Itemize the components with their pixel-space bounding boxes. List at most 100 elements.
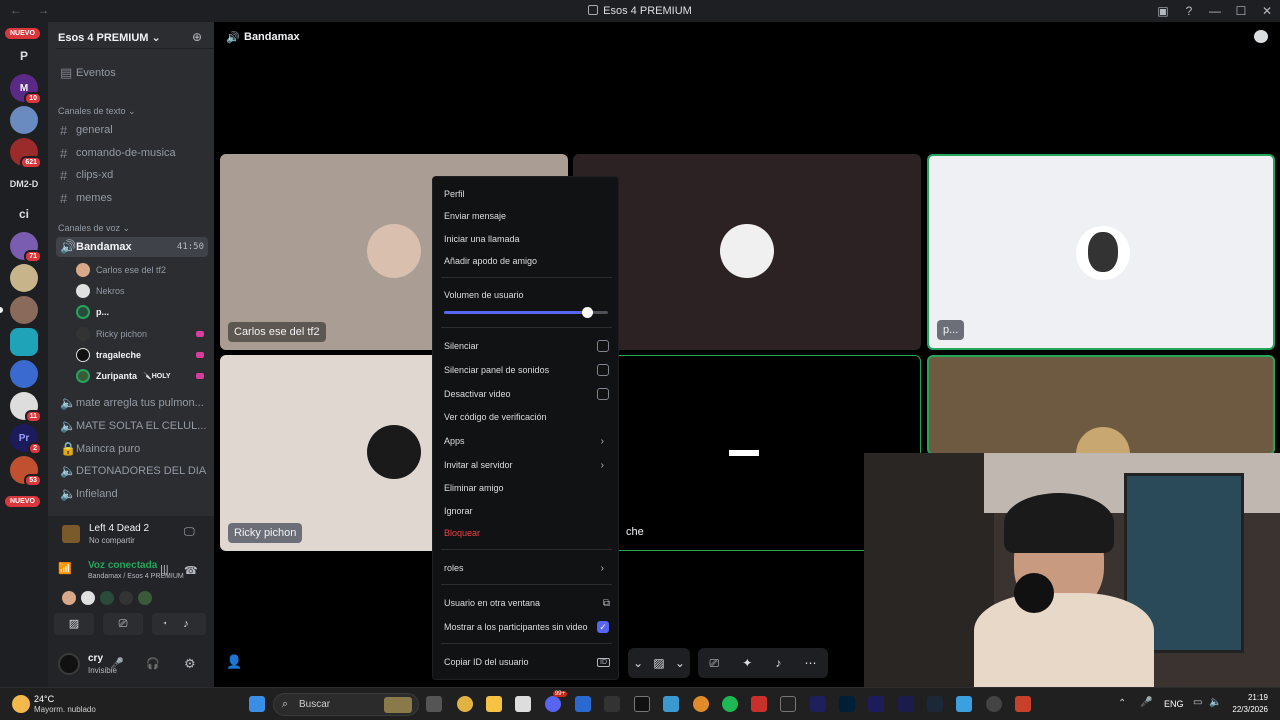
server-icon[interactable]: [10, 106, 38, 134]
server-icon[interactable]: [10, 328, 38, 356]
participant-tile[interactable]: [573, 154, 921, 350]
discord-icon[interactable]: 99+: [545, 691, 567, 712]
voice-category[interactable]: Canales de voz ⌄: [58, 223, 130, 234]
server-ci[interactable]: ci: [10, 200, 38, 228]
avatar[interactable]: [138, 591, 152, 605]
avatar[interactable]: [81, 591, 95, 605]
menu-block[interactable]: Bloquear: [444, 524, 610, 542]
weather-temp[interactable]: 24°C: [34, 694, 54, 704]
app-icon[interactable]: [575, 696, 591, 712]
menu-roles[interactable]: roles ›: [444, 559, 610, 577]
premiere-icon[interactable]: [868, 696, 884, 712]
menu-mute[interactable]: Silenciar: [444, 337, 610, 355]
add-member-icon[interactable]: ⊕: [192, 30, 206, 44]
inbox-icon[interactable]: ▣: [1150, 4, 1176, 18]
menu-invite-server[interactable]: Invitar al servidor ›: [444, 456, 610, 474]
menu-remove-friend[interactable]: Eliminar amigo: [444, 479, 610, 497]
menu-show-non-video[interactable]: Mostrar a los participantes sin video ✓: [444, 618, 610, 636]
server-p[interactable]: P: [10, 42, 38, 70]
channel-memes[interactable]: # memes: [56, 188, 208, 208]
photoshop-icon[interactable]: [839, 696, 855, 712]
voice-channel-bandamax[interactable]: 🔊 Bandamax 41:50: [56, 237, 208, 257]
menu-send-message[interactable]: Enviar mensaje: [444, 207, 610, 225]
chat-icon[interactable]: [1254, 30, 1268, 43]
channel-general[interactable]: # general: [56, 120, 208, 140]
video-checkbox[interactable]: [597, 388, 609, 400]
app-icon[interactable]: [604, 696, 620, 712]
avatar[interactable]: [100, 591, 114, 605]
after-effects-icon[interactable]: [898, 696, 914, 712]
user-name[interactable]: cry: [88, 653, 103, 664]
snipping-tool-icon[interactable]: [515, 696, 531, 712]
voice-channel[interactable]: 🔈 mate arregla tus pulmon...: [56, 393, 208, 413]
start-icon[interactable]: [249, 696, 265, 712]
avatar[interactable]: [62, 591, 76, 605]
minimize-button[interactable]: —: [1202, 4, 1228, 18]
menu-ignore[interactable]: Ignorar: [444, 502, 610, 520]
search-app-icon[interactable]: [693, 696, 709, 712]
app-icon[interactable]: [956, 696, 972, 712]
language-indicator[interactable]: ENG: [1164, 699, 1184, 709]
server-icon[interactable]: 71: [10, 232, 42, 263]
weather-desc[interactable]: Mayorm. nublado: [34, 705, 96, 714]
help-icon[interactable]: ?: [1176, 4, 1202, 18]
close-button[interactable]: ✕: [1254, 4, 1280, 18]
server-dm2[interactable]: DM2-D: [6, 170, 42, 198]
settings-gear-icon[interactable]: ⚙: [184, 656, 196, 672]
share-screen-icon[interactable]: ⎚: [710, 656, 720, 671]
camera-off-icon[interactable]: ▨: [54, 613, 94, 635]
voice-user[interactable]: Ricky pichon: [76, 325, 210, 343]
left4dead-icon[interactable]: [1015, 696, 1031, 712]
voice-user[interactable]: Zuripanta 🔪HOLY: [76, 367, 210, 385]
clock-date[interactable]: 22/3/2026: [1216, 705, 1268, 714]
app-icon[interactable]: [663, 696, 679, 712]
soundboard-checkbox[interactable]: [597, 364, 609, 376]
spotify-icon[interactable]: [722, 696, 738, 712]
soundboard-icon[interactable]: ♪: [166, 613, 206, 635]
camera-control[interactable]: ⌄ ▨ ⌄: [628, 648, 690, 678]
text-category[interactable]: Canales de texto ⌄: [58, 106, 136, 117]
steam-icon[interactable]: [927, 696, 943, 712]
epic-games-icon[interactable]: [780, 696, 796, 712]
server-icon[interactable]: [10, 264, 38, 292]
obs-icon[interactable]: [986, 696, 1002, 712]
invite-icon[interactable]: 👤: [226, 654, 242, 670]
microphone-icon[interactable]: 🎤: [110, 657, 124, 670]
participant-tile[interactable]: p...: [927, 154, 1275, 350]
chrome-icon[interactable]: [457, 696, 473, 712]
chevron-down-icon[interactable]: ⌄: [633, 656, 643, 670]
file-explorer-icon[interactable]: [486, 696, 502, 712]
soundboard-icon[interactable]: ♪: [775, 656, 781, 670]
menu-verification-code[interactable]: Ver código de verificación: [444, 408, 610, 426]
server-icon[interactable]: 11: [10, 392, 42, 423]
server-icon[interactable]: [10, 296, 38, 324]
avatar[interactable]: [58, 653, 80, 675]
channel-comando[interactable]: # comando-de-musica: [56, 143, 208, 163]
volume-knob[interactable]: [581, 307, 593, 318]
events-item[interactable]: ▤ Eventos: [56, 63, 208, 83]
camera-off-icon[interactable]: ▨: [653, 656, 664, 670]
menu-apps[interactable]: Apps ›: [444, 432, 610, 450]
media-encoder-icon[interactable]: [810, 696, 826, 712]
voice-channel[interactable]: 🔈 Infieland: [56, 484, 208, 504]
show-non-video-checkbox[interactable]: ✓: [597, 621, 609, 633]
menu-mute-soundboard[interactable]: Silenciar panel de sonidos: [444, 361, 610, 379]
channel-clips[interactable]: # clips-xd: [56, 165, 208, 185]
capcut-icon[interactable]: [634, 696, 650, 712]
activities-icon[interactable]: ✦: [742, 656, 752, 670]
server-icon[interactable]: M 10: [10, 74, 42, 105]
server-icon[interactable]: 53: [10, 456, 42, 487]
server-icon[interactable]: Pr 2: [10, 424, 42, 455]
server-name[interactable]: Esos 4 PREMIUM ⌄: [58, 31, 161, 44]
chevron-down-icon[interactable]: ⌄: [675, 656, 685, 670]
avatar[interactable]: [119, 591, 133, 605]
app-icon[interactable]: [751, 696, 767, 712]
menu-start-call[interactable]: Iniciar una llamada: [444, 230, 610, 248]
noise-suppression-icon[interactable]: |||: [160, 564, 169, 576]
maximize-button[interactable]: ☐: [1228, 4, 1254, 18]
headphones-icon[interactable]: 🎧: [146, 657, 160, 670]
menu-profile[interactable]: Perfil: [444, 185, 610, 203]
stream-icon[interactable]: 🖵: [184, 526, 195, 539]
task-view-icon[interactable]: [426, 696, 442, 712]
chevron-up-icon[interactable]: ⌃: [1118, 698, 1126, 709]
